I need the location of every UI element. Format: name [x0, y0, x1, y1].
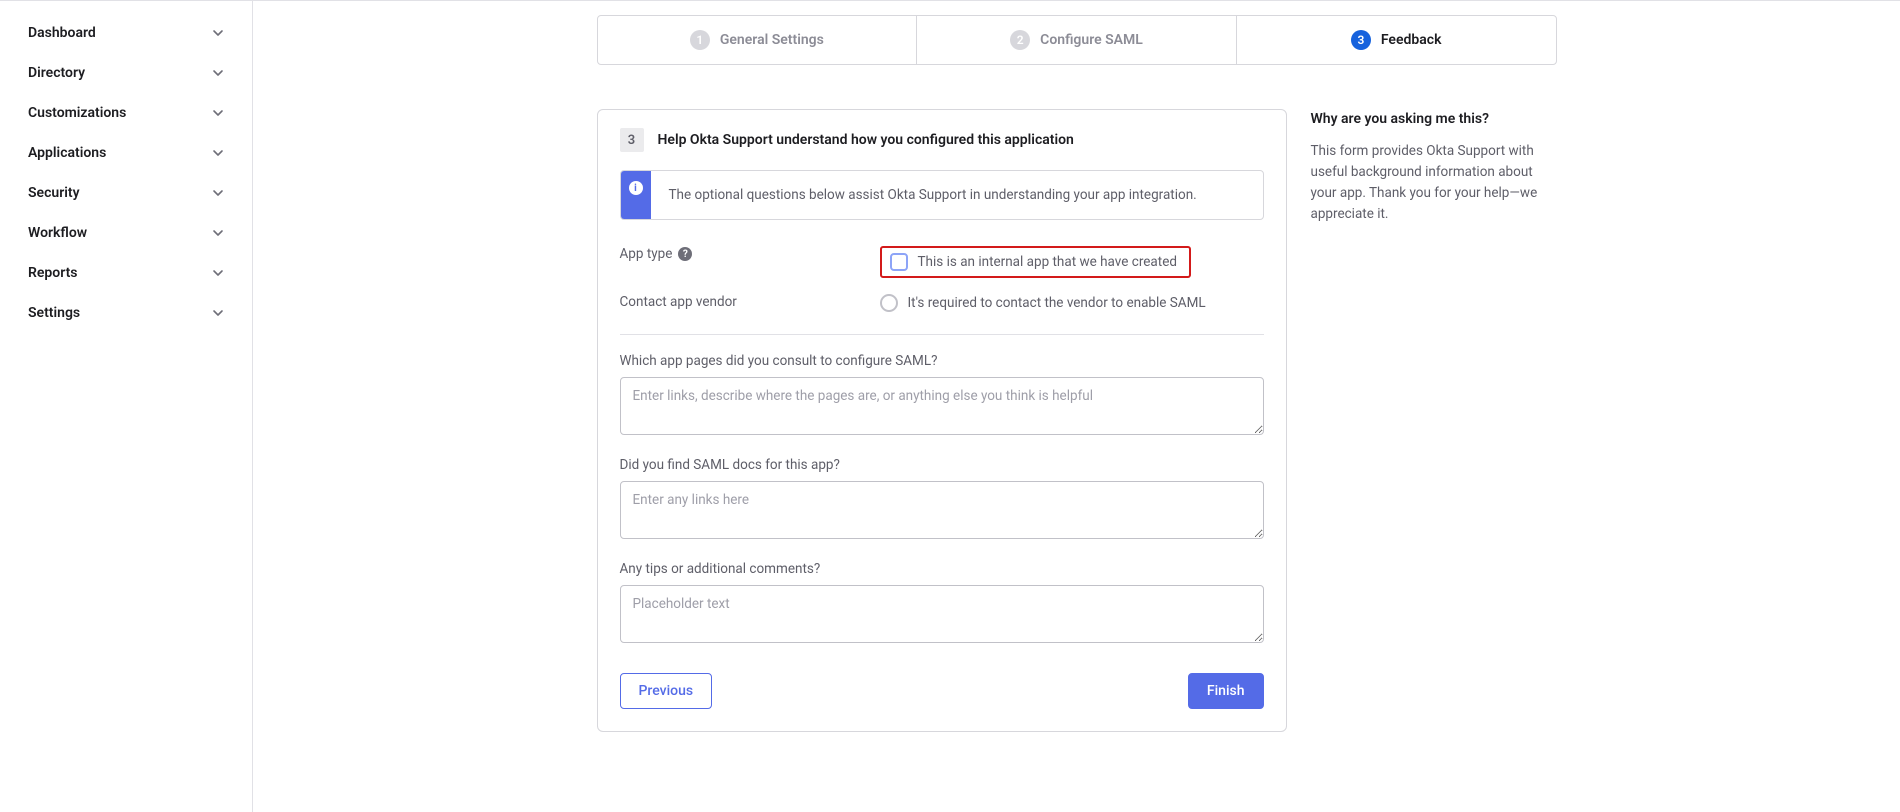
info-callout: i The optional questions below assist Ok…: [620, 170, 1264, 220]
sidebar-item-security[interactable]: Security: [0, 173, 252, 213]
sidebar-item-label: Applications: [28, 145, 106, 161]
chevron-down-icon: [212, 227, 224, 239]
callout-accent: i: [621, 171, 651, 219]
step-number: 3: [1351, 30, 1371, 50]
sidebar-item-label: Security: [28, 185, 80, 201]
stepper: 1 General Settings 2 Configure SAML 3 Fe…: [597, 15, 1557, 65]
question-saml-docs: Did you find SAML docs for this app?: [620, 457, 1264, 543]
feedback-panel: 3 Help Okta Support understand how you c…: [597, 109, 1287, 732]
sidebar-item-directory[interactable]: Directory: [0, 53, 252, 93]
question-app-pages: Which app pages did you consult to confi…: [620, 353, 1264, 439]
sidebar-item-applications[interactable]: Applications: [0, 133, 252, 173]
question-label: Did you find SAML docs for this app?: [620, 457, 1264, 473]
panel-header: 3 Help Okta Support understand how you c…: [620, 128, 1264, 152]
tips-textarea[interactable]: [620, 585, 1264, 643]
app-type-highlight: This is an internal app that we have cre…: [880, 246, 1191, 278]
contact-vendor-option-text: It's required to contact the vendor to e…: [908, 295, 1206, 311]
finish-button[interactable]: Finish: [1188, 673, 1264, 709]
contact-vendor-checkbox[interactable]: [880, 294, 898, 312]
divider: [620, 334, 1264, 335]
contact-vendor-row: Contact app vendor It's required to cont…: [620, 286, 1264, 320]
app-type-label: App type ?: [620, 246, 880, 262]
previous-button[interactable]: Previous: [620, 673, 713, 709]
sidebar-item-workflow[interactable]: Workflow: [0, 213, 252, 253]
chevron-down-icon: [212, 267, 224, 279]
sidebar-item-label: Settings: [28, 305, 80, 321]
chevron-down-icon: [212, 107, 224, 119]
panel-footer: Previous Finish: [620, 673, 1264, 709]
sidebar-item-dashboard[interactable]: Dashboard: [0, 13, 252, 53]
panel-step-number: 3: [620, 128, 644, 152]
chevron-down-icon: [212, 187, 224, 199]
sidebar-item-label: Workflow: [28, 225, 87, 241]
info-icon: i: [629, 181, 643, 195]
step-label: Configure SAML: [1040, 32, 1143, 48]
chevron-down-icon: [212, 147, 224, 159]
step-label: General Settings: [720, 32, 824, 48]
step-number: 2: [1010, 30, 1030, 50]
question-label: Which app pages did you consult to confi…: [620, 353, 1264, 369]
saml-docs-textarea[interactable]: [620, 481, 1264, 539]
aside-title: Why are you asking me this?: [1311, 111, 1549, 127]
contact-vendor-label: Contact app vendor: [620, 294, 880, 310]
step-feedback[interactable]: 3 Feedback: [1237, 16, 1556, 64]
app-pages-textarea[interactable]: [620, 377, 1264, 435]
sidebar-item-label: Customizations: [28, 105, 126, 121]
sidebar-item-reports[interactable]: Reports: [0, 253, 252, 293]
aside-body: This form provides Okta Support with use…: [1311, 141, 1549, 225]
question-label: Any tips or additional comments?: [620, 561, 1264, 577]
help-aside: Why are you asking me this? This form pr…: [1311, 109, 1557, 225]
app-type-checkbox[interactable]: [890, 253, 908, 271]
chevron-down-icon: [212, 27, 224, 39]
step-general-settings[interactable]: 1 General Settings: [598, 16, 918, 64]
sidebar-item-customizations[interactable]: Customizations: [0, 93, 252, 133]
sidebar: Dashboard Directory Customizations Appli…: [0, 1, 253, 812]
main-content: 1 General Settings 2 Configure SAML 3 Fe…: [253, 1, 1900, 812]
sidebar-item-label: Reports: [28, 265, 78, 281]
app-type-row: App type ? This is an internal app that …: [620, 238, 1264, 286]
chevron-down-icon: [212, 307, 224, 319]
help-icon[interactable]: ?: [678, 247, 692, 261]
step-label: Feedback: [1381, 32, 1442, 48]
label-text: App type: [620, 246, 673, 262]
panel-title: Help Okta Support understand how you con…: [658, 132, 1074, 148]
sidebar-item-label: Dashboard: [28, 25, 96, 41]
app-type-option-text: This is an internal app that we have cre…: [918, 254, 1177, 270]
question-tips: Any tips or additional comments?: [620, 561, 1264, 647]
sidebar-item-label: Directory: [28, 65, 85, 81]
chevron-down-icon: [212, 67, 224, 79]
step-number: 1: [690, 30, 710, 50]
callout-text: The optional questions below assist Okta…: [651, 171, 1215, 219]
sidebar-item-settings[interactable]: Settings: [0, 293, 252, 333]
step-configure-saml[interactable]: 2 Configure SAML: [917, 16, 1237, 64]
